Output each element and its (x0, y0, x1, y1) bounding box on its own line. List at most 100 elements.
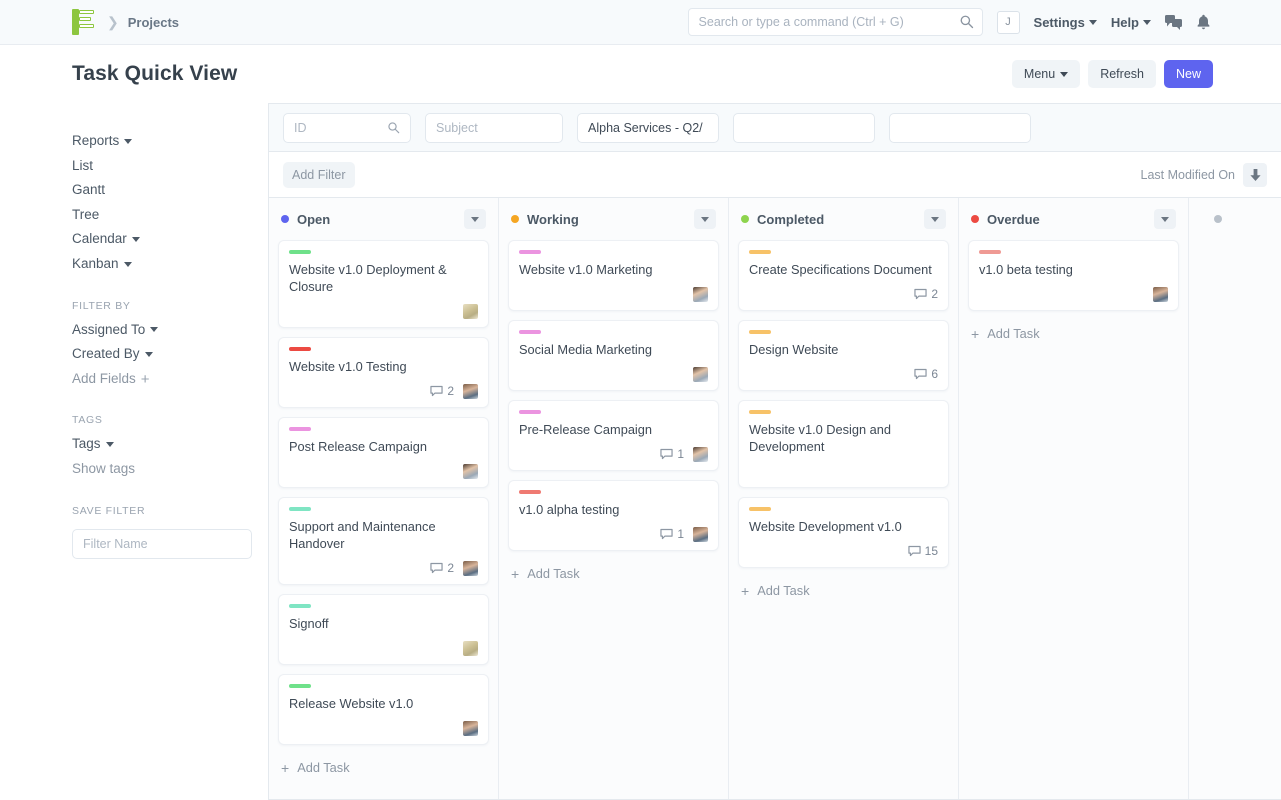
help-label: Help (1111, 15, 1139, 30)
kanban-column-header: Open (278, 198, 489, 240)
assignee-avatar[interactable] (693, 367, 708, 382)
card-color-flag (289, 684, 311, 688)
filter-project-value: Alpha Services - Q2/ (588, 121, 703, 135)
sidebar-item-calendar[interactable]: Calendar (72, 227, 268, 252)
page-actions: Menu Refresh New (1012, 60, 1213, 88)
notification-bell-icon[interactable] (1196, 14, 1211, 30)
sidebar-item-list[interactable]: List (72, 154, 268, 179)
help-menu[interactable]: Help (1111, 15, 1151, 30)
kanban-card[interactable]: Signoff (278, 594, 489, 665)
sidebar-item-kanban[interactable]: Kanban (72, 252, 268, 277)
filter-field-4[interactable] (733, 113, 875, 143)
kanban-card[interactable]: Post Release Campaign (278, 417, 489, 488)
kanban-column-overdue: Overdue v1.0 beta testing + Add Task (959, 198, 1189, 799)
breadcrumb-chevron-icon: ❯ (107, 14, 119, 31)
kanban-card[interactable]: v1.0 beta testing (968, 240, 1179, 311)
filter-project-field[interactable]: Alpha Services - Q2/ (577, 113, 719, 143)
kanban-card[interactable]: Website v1.0 Design and Development (738, 400, 949, 488)
filter-subject-field[interactable] (425, 113, 563, 143)
search-input[interactable] (688, 8, 983, 36)
card-title: Social Media Marketing (519, 341, 708, 358)
add-task-button[interactable]: + Add Task (278, 754, 489, 775)
kanban-column-menu-button[interactable] (924, 209, 946, 229)
sidebar-tags-dropdown[interactable]: Tags (72, 432, 268, 457)
add-task-button[interactable]: + Add Task (508, 560, 719, 581)
kanban-card[interactable]: Social Media Marketing (508, 320, 719, 391)
card-title: Release Website v1.0 (289, 695, 478, 712)
sidebar-filter-assigned-to[interactable]: Assigned To (72, 318, 268, 343)
assignee-avatar[interactable] (693, 447, 708, 462)
sidebar-item-reports[interactable]: Reports (72, 129, 268, 154)
global-search[interactable] (688, 8, 983, 36)
assignee-avatar[interactable] (463, 721, 478, 736)
kanban-card[interactable]: Pre-Release Campaign 1 (508, 400, 719, 471)
add-task-button[interactable]: + Add Task (968, 320, 1179, 341)
kanban-card[interactable]: v1.0 alpha testing 1 (508, 480, 719, 551)
add-task-label: Add Task (527, 566, 579, 581)
assignee-avatar[interactable] (463, 384, 478, 399)
sidebar-add-fields[interactable]: Add Fields + (72, 367, 268, 392)
card-footer (289, 295, 478, 319)
kanban-column-menu-button[interactable] (1154, 209, 1176, 229)
plus-icon: + (971, 327, 979, 341)
menu-button[interactable]: Menu (1012, 60, 1080, 88)
card-color-flag (289, 347, 311, 351)
breadcrumb-projects[interactable]: Projects (128, 15, 179, 30)
sidebar-heading-filter-by: Filter By (72, 300, 268, 312)
card-color-flag (289, 427, 311, 431)
filter-fields-row: Alpha Services - Q2/ (269, 104, 1281, 152)
filter-subject-input[interactable] (436, 121, 552, 135)
sort-field-label[interactable]: Last Modified On (1141, 168, 1236, 182)
kanban-column-open: Open Website v1.0 Deployment & Closure W… (269, 198, 499, 799)
refresh-button[interactable]: Refresh (1088, 60, 1156, 88)
filter-id-field[interactable] (283, 113, 411, 143)
sidebar-item-gantt[interactable]: Gantt (72, 178, 268, 203)
sidebar-item-label: Created By (72, 342, 140, 367)
kanban-card[interactable]: Website v1.0 Deployment & Closure (278, 240, 489, 328)
card-title: Website v1.0 Marketing (519, 261, 708, 278)
sidebar-heading-save-filter: Save Filter (72, 505, 268, 517)
kanban-card[interactable]: Support and Maintenance Handover 2 (278, 497, 489, 585)
filter-field-5[interactable] (889, 113, 1031, 143)
user-avatar[interactable]: J (997, 11, 1020, 34)
kanban-card[interactable]: Website Development v1.0 15 (738, 497, 949, 568)
sidebar-item-label: Gantt (72, 178, 105, 203)
filter-name-input[interactable] (72, 529, 252, 559)
chevron-down-icon (124, 139, 132, 144)
assignee-avatar[interactable] (693, 287, 708, 302)
kanban-card[interactable]: Website v1.0 Marketing (508, 240, 719, 311)
add-task-button[interactable]: + Add Task (738, 577, 949, 598)
erpnext-logo-icon[interactable] (72, 9, 98, 35)
sidebar-show-tags[interactable]: Show tags (72, 457, 268, 482)
new-button[interactable]: New (1164, 60, 1213, 88)
comment-count-value: 1 (677, 527, 684, 541)
kanban-column-menu-button[interactable] (464, 209, 486, 229)
settings-menu[interactable]: Settings (1034, 15, 1097, 30)
comment-count-value: 2 (447, 561, 454, 575)
card-title: Design Website (749, 341, 938, 358)
chat-icon[interactable] (1165, 15, 1182, 30)
assignee-avatar[interactable] (463, 464, 478, 479)
comment-count: 2 (430, 561, 454, 575)
assignee-avatar[interactable] (1153, 287, 1168, 302)
assignee-avatar[interactable] (463, 561, 478, 576)
kanban-card[interactable]: Release Website v1.0 (278, 674, 489, 745)
sidebar-item-label: Tags (72, 432, 101, 457)
add-task-label: Add Task (297, 760, 349, 775)
comment-count: 6 (914, 367, 938, 381)
filter-id-input[interactable] (294, 121, 387, 135)
sidebar-item-tree[interactable]: Tree (72, 203, 268, 228)
assignee-avatar[interactable] (463, 641, 478, 656)
assignee-avatar[interactable] (463, 304, 478, 319)
kanban-card[interactable]: Design Website 6 (738, 320, 949, 391)
sidebar-filter-created-by[interactable]: Created By (72, 342, 268, 367)
assignee-avatar[interactable] (693, 527, 708, 542)
card-title: Post Release Campaign (289, 438, 478, 455)
search-icon (387, 121, 400, 134)
kanban-card[interactable]: Create Specifications Document 2 (738, 240, 949, 311)
card-footer: 2 (749, 278, 938, 302)
kanban-card[interactable]: Website v1.0 Testing 2 (278, 337, 489, 408)
sort-direction-button[interactable] (1243, 163, 1267, 187)
add-filter-button[interactable]: Add Filter (283, 162, 355, 188)
kanban-column-menu-button[interactable] (694, 209, 716, 229)
